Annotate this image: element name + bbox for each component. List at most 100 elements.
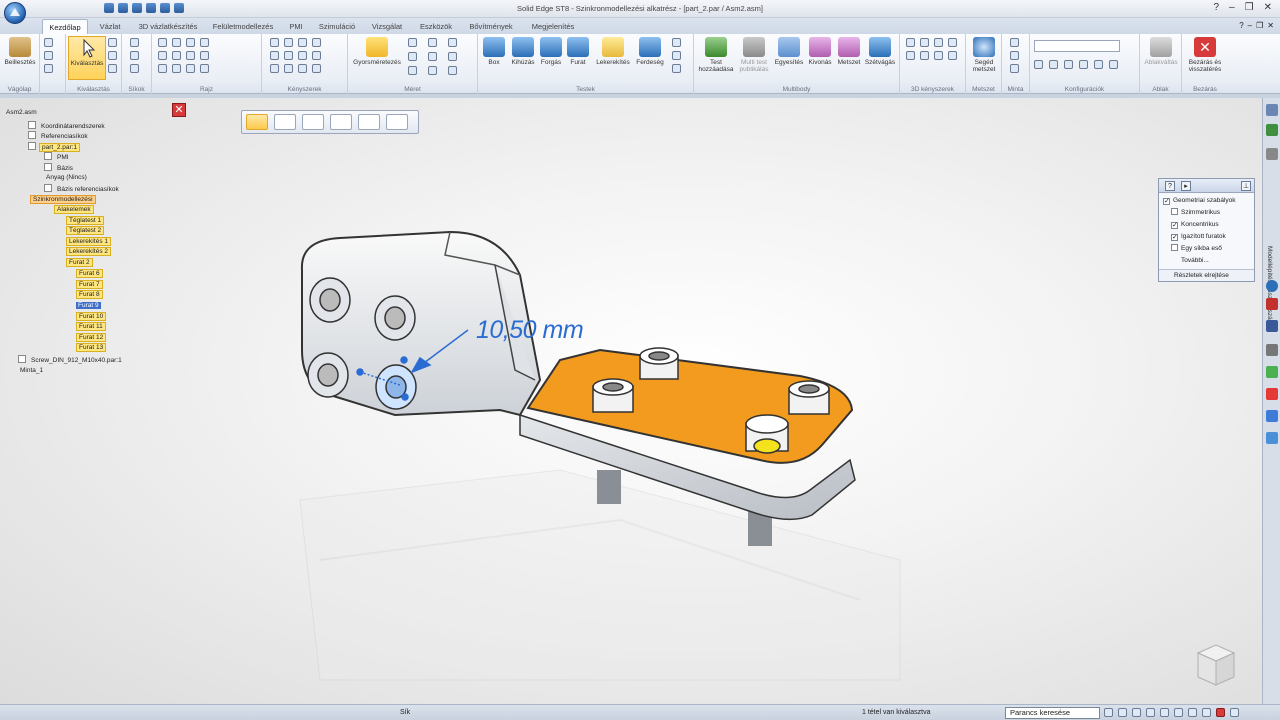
view-cube[interactable] bbox=[1196, 641, 1236, 687]
szetvagas-button[interactable]: Szétvágás bbox=[862, 36, 898, 80]
rule-master[interactable]: ✓ Geometriai szabályok bbox=[1163, 196, 1236, 206]
insert-icon[interactable] bbox=[948, 38, 957, 47]
mirror-icon[interactable] bbox=[200, 64, 209, 73]
gear-icon[interactable] bbox=[948, 51, 957, 60]
metszet-button[interactable]: Metszet bbox=[834, 36, 864, 80]
tab-szimulacio[interactable]: Szimuláció bbox=[314, 19, 360, 34]
plugin-icon[interactable] bbox=[1266, 366, 1278, 378]
tree-item[interactable]: Anyag (Nincs) bbox=[44, 173, 89, 183]
options-icon[interactable] bbox=[386, 114, 408, 130]
thin-wall-icon[interactable] bbox=[672, 38, 681, 47]
tree-item[interactable]: Furat 2 bbox=[66, 258, 93, 268]
select-filter-icon[interactable] bbox=[108, 38, 117, 47]
tree-item[interactable]: Referenciasíkok bbox=[28, 131, 90, 141]
tree-item[interactable]: Minta_1 bbox=[18, 366, 45, 376]
tree-item[interactable]: Furat 13 bbox=[76, 343, 107, 353]
rib-icon[interactable] bbox=[672, 51, 681, 60]
furat-button[interactable]: Furat bbox=[564, 36, 592, 80]
help-icon[interactable]: ? bbox=[1214, 2, 1220, 13]
axial-icon[interactable] bbox=[934, 38, 943, 47]
mirror-3d-icon[interactable] bbox=[1010, 51, 1019, 60]
tab-pmi[interactable]: PMI bbox=[282, 19, 310, 34]
rectangle-icon[interactable] bbox=[158, 51, 167, 60]
egyesites-button[interactable]: Egyesítés bbox=[772, 36, 806, 80]
tab-vizsgalat[interactable]: Vizsgálat bbox=[364, 19, 410, 34]
tree-item[interactable]: Furat 12 bbox=[76, 333, 107, 343]
align-icon[interactable] bbox=[920, 38, 929, 47]
dimension-value[interactable]: 10,50 mm bbox=[476, 316, 584, 345]
camera-icon[interactable] bbox=[1094, 60, 1103, 69]
move-rotate-icon[interactable] bbox=[274, 114, 296, 130]
visibility-checkbox[interactable] bbox=[44, 163, 52, 171]
community-icon[interactable] bbox=[1266, 410, 1278, 422]
help-circle-icon[interactable] bbox=[1266, 280, 1278, 292]
visibility-checkbox[interactable] bbox=[28, 142, 36, 150]
select-lock-icon[interactable] bbox=[108, 64, 117, 73]
bezaras-button[interactable]: ✕ Bezárás és visszatérés bbox=[1184, 36, 1226, 80]
tab-vazlat[interactable]: Vázlat bbox=[92, 19, 128, 34]
kihuzas-button[interactable]: Kihúzás bbox=[508, 36, 538, 80]
rotate-icon[interactable] bbox=[1160, 708, 1169, 717]
pattern-icon[interactable] bbox=[1010, 38, 1019, 47]
cam-icon[interactable] bbox=[934, 51, 943, 60]
parallel-icon[interactable] bbox=[284, 38, 293, 47]
rule-item[interactable]: ✓ Igazított furatok bbox=[1171, 232, 1226, 242]
symmetric-icon[interactable] bbox=[284, 64, 293, 73]
connect-icon[interactable] bbox=[270, 38, 279, 47]
perpendicular-icon[interactable] bbox=[284, 51, 293, 60]
planar-icon[interactable] bbox=[906, 51, 915, 60]
tree-item[interactable]: Furat 9 bbox=[76, 301, 101, 311]
checkbox[interactable] bbox=[1171, 244, 1178, 251]
view-icon[interactable] bbox=[1109, 60, 1118, 69]
zone-icon[interactable] bbox=[1049, 60, 1058, 69]
tree-item[interactable]: Screw_DIN_912_M10x40.par:1 bbox=[18, 355, 124, 365]
tree-item[interactable]: Téglatest 1 bbox=[66, 216, 105, 226]
close-icon[interactable]: ✕ bbox=[1264, 2, 1272, 13]
settings-icon[interactable] bbox=[1230, 708, 1239, 717]
rule-item[interactable]: ✓ Koncentrikus bbox=[1171, 220, 1219, 230]
rule-more-link[interactable]: További... bbox=[1181, 256, 1209, 266]
ellipse-icon[interactable] bbox=[172, 64, 181, 73]
lock-icon[interactable] bbox=[312, 38, 321, 47]
pin-icon[interactable]: ⊥ bbox=[1241, 181, 1251, 191]
trim-icon[interactable] bbox=[186, 51, 195, 60]
tab-eszkozok[interactable]: Eszközök bbox=[414, 19, 458, 34]
close-doc-icon[interactable]: ✕ bbox=[1267, 21, 1274, 30]
concentric-icon[interactable] bbox=[298, 38, 307, 47]
tree-item[interactable]: Bázis referenciasíkok bbox=[44, 184, 121, 194]
tree-item[interactable]: Furat 7 bbox=[76, 280, 103, 290]
tree-item[interactable]: Szinkronmodellezési bbox=[30, 195, 96, 205]
coord-dim-icon[interactable] bbox=[408, 52, 417, 61]
beillesztes-button[interactable]: Beillesztés bbox=[1, 36, 39, 80]
restore-doc-icon[interactable]: ❐ bbox=[1256, 21, 1263, 30]
zoom-area-icon[interactable] bbox=[1118, 708, 1127, 717]
facebook-icon[interactable] bbox=[1266, 320, 1278, 332]
line-icon[interactable] bbox=[158, 38, 167, 47]
layers-icon[interactable] bbox=[1266, 104, 1278, 116]
info-icon[interactable] bbox=[1266, 344, 1278, 356]
tree-item[interactable]: Lekerekítés 2 bbox=[66, 247, 112, 257]
tangent-icon[interactable] bbox=[298, 51, 307, 60]
section-view-icon[interactable] bbox=[1202, 708, 1211, 717]
format-painter-icon[interactable] bbox=[44, 64, 53, 73]
select-box-icon[interactable] bbox=[108, 51, 117, 60]
between-dim-icon[interactable] bbox=[428, 38, 437, 47]
multi-test-button[interactable]: Multi test publikálás bbox=[736, 36, 772, 80]
test-hozzaadasa-button[interactable]: Test hozzáadása bbox=[696, 36, 736, 80]
tab-3d-vazlat[interactable]: 3D vázlatkészítés bbox=[132, 19, 204, 34]
fillet-icon[interactable] bbox=[200, 38, 209, 47]
relate-icon[interactable] bbox=[358, 114, 380, 130]
circle-icon[interactable] bbox=[172, 51, 181, 60]
help-icon[interactable]: ? bbox=[1239, 21, 1243, 30]
rigid-icon[interactable] bbox=[298, 64, 307, 73]
config-icon[interactable] bbox=[1034, 60, 1043, 69]
box-button[interactable]: Box bbox=[480, 36, 508, 80]
checkbox[interactable]: ✓ bbox=[1163, 198, 1170, 205]
tree-item[interactable]: Bázis bbox=[44, 163, 75, 173]
tab-feluletmodellezes[interactable]: Felületmodellezés bbox=[208, 19, 278, 34]
equal-icon[interactable] bbox=[312, 51, 321, 60]
close-pathfinder-button[interactable]: ✕ bbox=[172, 103, 186, 117]
copy-face-icon[interactable] bbox=[302, 114, 324, 130]
rule-item[interactable]: Egy síkba eső bbox=[1171, 244, 1222, 254]
tree-item[interactable]: Furat 8 bbox=[76, 290, 103, 300]
